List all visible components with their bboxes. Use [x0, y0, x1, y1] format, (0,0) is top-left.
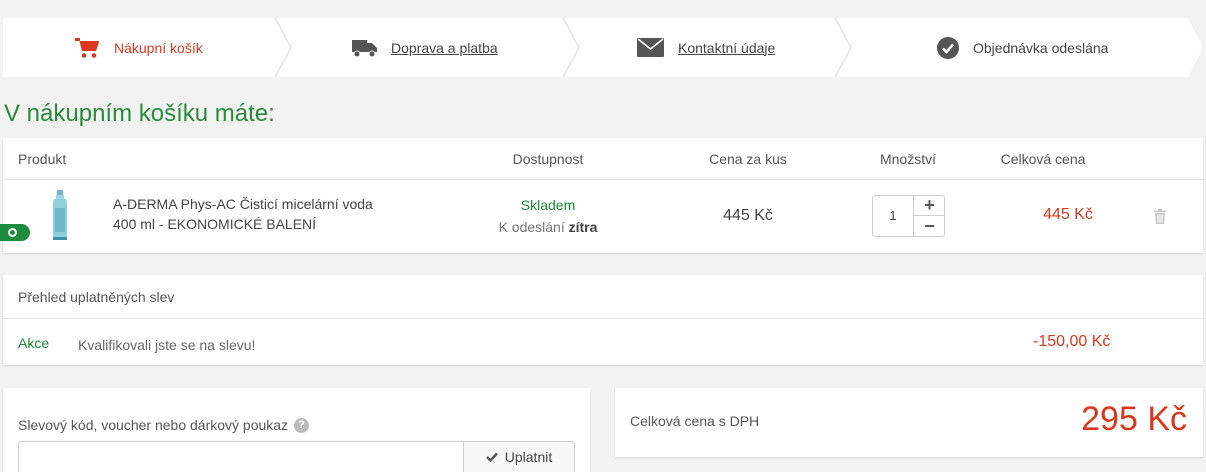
step-cart: Nákupní košík	[75, 18, 203, 77]
quantity-decrease-button[interactable]: −	[914, 216, 945, 236]
discounts-panel: Přehled uplatněných slev Akce Kvalifikov…	[3, 275, 1203, 365]
shipping-day: zítra	[568, 219, 598, 235]
trash-icon[interactable]	[1154, 209, 1166, 224]
header-product: Produkt	[18, 151, 67, 167]
step-cart-label: Nákupní košík	[114, 39, 203, 56]
step-sent-label: Objednávka odeslána	[973, 39, 1109, 56]
help-icon[interactable]: ?	[294, 417, 310, 433]
page-title: V nákupním košíku máte:	[4, 100, 275, 127]
checkout-steps: Nákupní košík Doprava a platba Kontaktní…	[3, 18, 1203, 77]
quantity-increase-button[interactable]: +	[914, 196, 945, 216]
step-shipping[interactable]: Doprava a platba	[352, 18, 498, 77]
voucher-label: Slevový kód, voucher nebo dárkový poukaz	[18, 417, 289, 433]
line-total: 445 Kč	[1043, 206, 1093, 223]
product-name[interactable]: A-DERMA Phys-AC Čisticí micelární voda 4…	[113, 194, 373, 234]
step-sent: Objednávka odeslána	[937, 18, 1108, 77]
divider	[3, 318, 1203, 319]
cart-table: Produkt Dostupnost Cena za kus Množství …	[0, 138, 1203, 253]
table-row: A-DERMA Phys-AC Čisticí micelární voda 4…	[0, 180, 1203, 253]
apply-voucher-label: Uplatnit	[504, 449, 553, 465]
cart-table-header: Produkt Dostupnost Cena za kus Množství …	[3, 138, 1203, 180]
quantity-stepper: 1 + −	[872, 195, 945, 237]
discount-note: Kvalifikovali jste se na slevu!	[78, 337, 256, 353]
stock-status: Skladem	[520, 197, 576, 213]
voucher-label-row: Slevový kód, voucher nebo dárkový poukaz…	[18, 417, 310, 433]
cart-icon	[75, 37, 99, 58]
check-circle-icon	[937, 36, 959, 59]
shipping-prefix: K odeslání	[498, 219, 565, 235]
grand-total-panel: Celková cena s DPH 295 Kč	[615, 388, 1203, 457]
discount-amount: -150,00 Kč	[1033, 333, 1111, 350]
step-contact-label[interactable]: Kontaktní údaje	[678, 40, 775, 56]
unit-price: 445 Kč	[723, 207, 773, 224]
envelope-icon	[637, 38, 664, 57]
voucher-panel: Slevový kód, voucher nebo dárkový poukaz…	[3, 388, 590, 472]
voucher-input[interactable]	[18, 441, 464, 472]
shipping-info: K odeslání zítra	[473, 219, 623, 235]
step-contact[interactable]: Kontaktní údaje	[637, 18, 775, 77]
step-shipping-label[interactable]: Doprava a platba	[391, 40, 498, 56]
header-total: Celková cena	[1000, 151, 1086, 167]
truck-icon	[352, 39, 377, 57]
header-availability: Dostupnost	[512, 151, 584, 167]
discounts-title: Přehled uplatněných slev	[18, 289, 175, 305]
apply-voucher-button[interactable]: Uplatnit	[463, 441, 575, 472]
grand-total-value: 295 Kč	[1081, 400, 1187, 438]
quantity-input[interactable]: 1	[873, 196, 913, 236]
check-icon	[485, 452, 498, 462]
discount-label: Akce	[18, 335, 50, 351]
header-unit-price: Cena za kus	[709, 151, 787, 167]
grand-total-label: Celková cena s DPH	[630, 413, 760, 429]
promo-badge	[0, 224, 30, 241]
header-quantity: Množství	[879, 151, 936, 167]
product-image[interactable]	[49, 190, 71, 242]
